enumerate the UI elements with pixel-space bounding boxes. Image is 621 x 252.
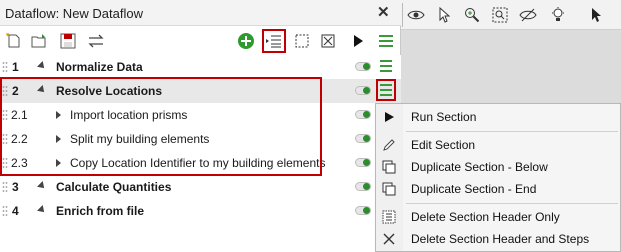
- menu-item-label: Duplicate Section - Below: [411, 160, 548, 174]
- collapse-arrow-icon[interactable]: [37, 205, 47, 215]
- step-row-2-1[interactable]: 2.1 Import location prisms: [0, 103, 401, 127]
- menu-item-label: Run Section: [411, 110, 477, 124]
- drag-handle-icon[interactable]: [2, 109, 8, 121]
- run-icon[interactable]: [348, 31, 368, 51]
- section-row-2[interactable]: 2 Resolve Locations: [0, 79, 401, 103]
- enable-toggle[interactable]: [355, 110, 371, 119]
- section-label: Resolve Locations: [56, 84, 163, 98]
- enable-toggle[interactable]: [355, 86, 371, 95]
- open-icon[interactable]: [30, 31, 50, 51]
- section-number: 2: [12, 84, 19, 98]
- drag-handle-icon[interactable]: [2, 85, 8, 97]
- menu-separator: [406, 131, 618, 132]
- dataflow-toolbar: [0, 27, 401, 55]
- drag-handle-icon[interactable]: [2, 181, 8, 193]
- delete-icon: [381, 231, 397, 247]
- section-number: 1: [12, 60, 19, 74]
- viewer-toolbar: [401, 0, 621, 30]
- run-icon: [381, 109, 397, 125]
- section-menu-icon[interactable]: [380, 84, 392, 96]
- section-label: Enrich from file: [56, 204, 145, 218]
- collapse-arrow-icon[interactable]: [37, 181, 47, 191]
- section-number: 3: [12, 180, 19, 194]
- collapse-arrow-icon[interactable]: [37, 61, 47, 71]
- dataflow-panel: Dataflow: New Dataflow ✕ 1 Normalize Dat…: [0, 0, 401, 252]
- eye-icon[interactable]: [407, 6, 425, 24]
- pencil-icon: [381, 137, 397, 153]
- section-row-1[interactable]: 1 Normalize Data: [0, 55, 401, 79]
- step-row-2-2[interactable]: 2.2 Split my building elements: [0, 127, 401, 151]
- save-icon[interactable]: [58, 31, 78, 51]
- enable-toggle[interactable]: [355, 62, 371, 71]
- zoom-box-icon[interactable]: [491, 6, 509, 24]
- step-row-2-3[interactable]: 2.3 Copy Location Identifier to my build…: [0, 151, 401, 175]
- drag-handle-icon[interactable]: [2, 61, 8, 73]
- insert-section-icon[interactable]: [262, 29, 286, 53]
- pointer-icon[interactable]: [435, 6, 453, 24]
- step-number: 2.1: [11, 108, 28, 122]
- section-row-4[interactable]: 4 Enrich from file: [0, 199, 401, 223]
- enable-toggle[interactable]: [355, 206, 371, 215]
- menu-item-edit-section[interactable]: Edit Section: [376, 134, 620, 156]
- add-icon[interactable]: [236, 31, 256, 51]
- section-number: 4: [12, 204, 19, 218]
- drag-handle-icon[interactable]: [2, 205, 8, 217]
- panel-titlebar: Dataflow: New Dataflow ✕: [0, 0, 401, 26]
- menu-item-duplicate-end[interactable]: Duplicate Section - End: [376, 178, 620, 200]
- menu-item-run-section[interactable]: Run Section: [376, 106, 620, 128]
- swap-icon[interactable]: [86, 31, 106, 51]
- section-label: Normalize Data: [56, 60, 143, 74]
- expand-arrow-icon[interactable]: [56, 111, 61, 119]
- menu-item-label: Delete Section Header Only: [411, 210, 560, 224]
- menu-item-label: Edit Section: [411, 138, 476, 152]
- section-label: Calculate Quantities: [56, 180, 172, 194]
- cursor-icon[interactable]: [587, 6, 605, 24]
- expand-arrow-icon[interactable]: [56, 135, 61, 143]
- drag-handle-icon[interactable]: [2, 133, 8, 145]
- enable-toggle[interactable]: [355, 134, 371, 143]
- close-icon[interactable]: ✕: [377, 3, 390, 21]
- duplicate-icon: [381, 159, 397, 175]
- step-number: 2.2: [11, 132, 28, 146]
- step-label: Import location prisms: [70, 108, 188, 122]
- delete-header-icon: [381, 209, 397, 225]
- section-row-3[interactable]: 3 Calculate Quantities: [0, 175, 401, 199]
- zoom-icon[interactable]: [463, 6, 481, 24]
- section-context-menu: Run Section Edit Section Duplicate Secti…: [375, 103, 621, 252]
- step-number: 2.3: [11, 156, 28, 170]
- enable-toggle[interactable]: [355, 182, 371, 191]
- bulb-icon[interactable]: [549, 6, 567, 24]
- deselect-box-icon[interactable]: [318, 31, 338, 51]
- panel-title: Dataflow: New Dataflow: [5, 6, 143, 21]
- select-box-icon[interactable]: [292, 31, 312, 51]
- menu-separator: [406, 203, 618, 204]
- toolbar-divider: [402, 3, 403, 27]
- menu-icon[interactable]: [376, 31, 396, 51]
- step-label: Split my building elements: [70, 132, 210, 146]
- menu-item-delete-header-only[interactable]: Delete Section Header Only: [376, 206, 620, 228]
- new-icon[interactable]: [4, 31, 24, 51]
- menu-item-duplicate-below[interactable]: Duplicate Section - Below: [376, 156, 620, 178]
- collapse-arrow-icon[interactable]: [37, 85, 47, 95]
- menu-item-label: Duplicate Section - End: [411, 182, 537, 196]
- hide-icon[interactable]: [519, 6, 537, 24]
- enable-toggle[interactable]: [355, 158, 371, 167]
- menu-item-delete-header-and-steps[interactable]: Delete Section Header and Steps: [376, 228, 620, 250]
- section-menu-icon[interactable]: [380, 60, 392, 72]
- menu-item-label: Delete Section Header and Steps: [411, 232, 590, 246]
- drag-handle-icon[interactable]: [2, 157, 8, 169]
- duplicate-icon: [381, 181, 397, 197]
- expand-arrow-icon[interactable]: [56, 159, 61, 167]
- step-label: Copy Location Identifier to my building …: [70, 156, 326, 170]
